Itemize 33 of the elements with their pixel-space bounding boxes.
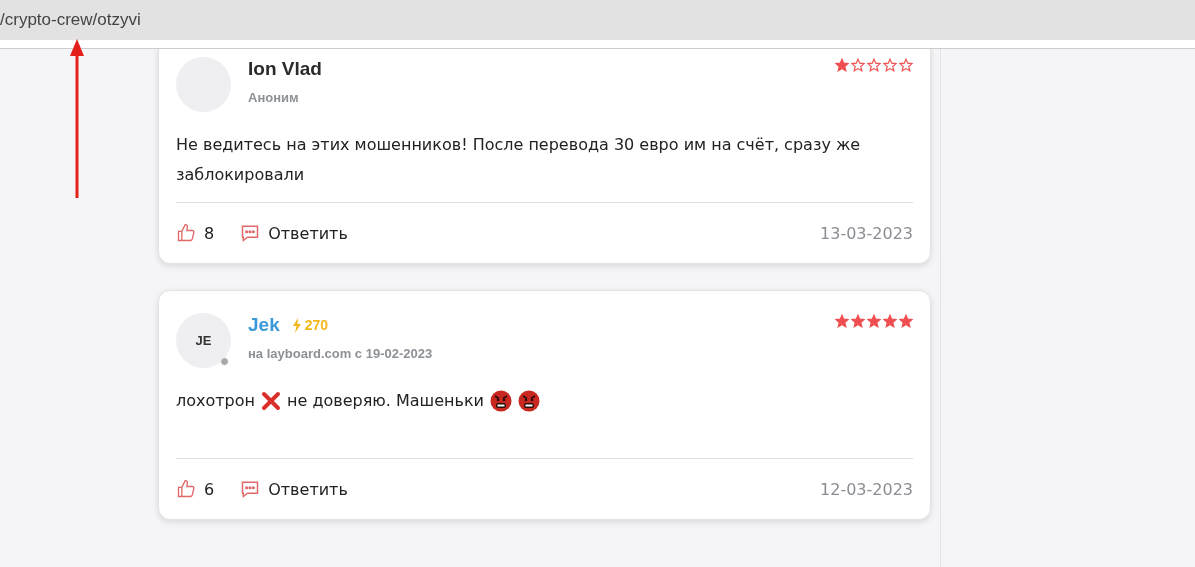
star-icon [867, 314, 881, 328]
star-icon [899, 58, 913, 72]
author-subtitle: на layboard.com с 19-02-2023 [248, 346, 433, 361]
star-icon [851, 314, 865, 328]
star-icon [883, 58, 897, 72]
star-icon [899, 314, 913, 328]
review-text: лохотрон [176, 390, 255, 412]
comment-icon [240, 479, 261, 499]
like-button[interactable]: 6 [176, 479, 215, 499]
reply-button[interactable]: Ответить [240, 223, 348, 243]
author-name: Ion Vlad [248, 58, 322, 80]
review-date: 12-03-2023 [820, 479, 913, 499]
thumbs-up-icon [176, 479, 196, 499]
thumbs-up-icon [176, 223, 196, 243]
cross-icon [261, 391, 281, 411]
reply-button[interactable]: Ответить [240, 479, 348, 499]
avatar: JE [176, 313, 231, 368]
star-icon [867, 58, 881, 72]
star-icon [835, 58, 849, 72]
star-icon [851, 58, 865, 72]
review-date: 13-03-2023 [820, 223, 913, 243]
angry-face-icon [490, 390, 512, 412]
review-text: Не ведитесь на этих мошенников! После перевода 30 евро им на счёт, сразу же заблокировали [176, 134, 862, 186]
lightning-icon [291, 317, 302, 333]
comment-icon [240, 223, 261, 243]
author-subtitle: Аноним [248, 90, 300, 105]
star-icon [883, 314, 897, 328]
karma-points: 270 [304, 317, 329, 333]
like-button[interactable]: 8 [176, 223, 215, 243]
angry-face-icon [518, 390, 540, 412]
address-bar[interactable]: /crypto-crew/otzyvi [0, 0, 1195, 40]
star-icon [835, 314, 849, 328]
review-text: не доверяю. Машеньки [287, 390, 484, 412]
